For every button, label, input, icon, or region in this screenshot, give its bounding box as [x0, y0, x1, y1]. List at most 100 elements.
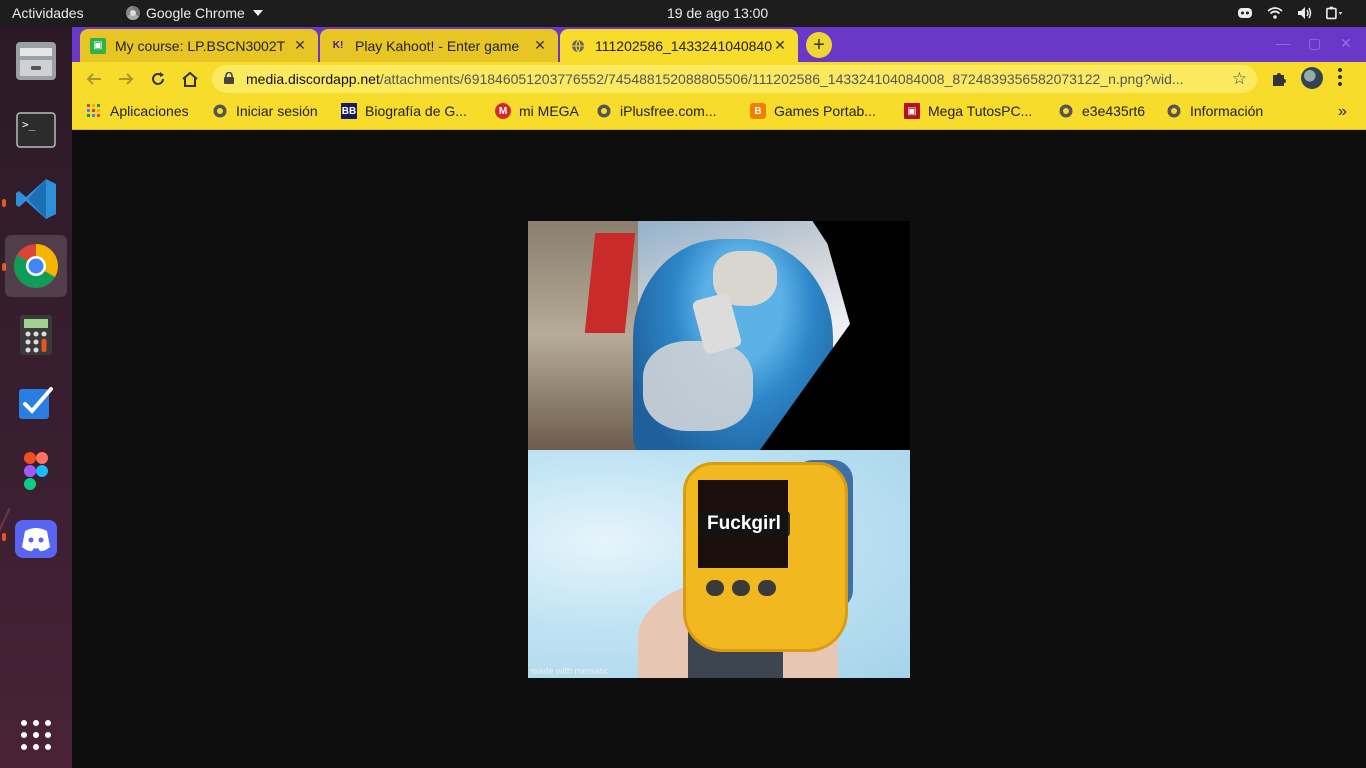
bookmark-biografia[interactable]: BB Biografía de G... — [341, 103, 467, 119]
activities-button[interactable]: Actividades — [12, 5, 84, 21]
reload-icon — [152, 72, 164, 85]
show-applications-button[interactable] — [5, 704, 67, 766]
chrome-app-icon — [126, 6, 140, 20]
tab-discord-image[interactable]: 111202586_1433241040840 ✕ — [560, 29, 798, 62]
forward-button[interactable] — [114, 67, 138, 91]
browser-toolbar: media.discordapp.net/attachments/6918460… — [72, 62, 1366, 96]
blogger-icon: B — [750, 103, 766, 119]
bookmark-informacion[interactable]: Información — [1166, 103, 1263, 119]
power-menu-icon[interactable] — [1326, 4, 1344, 22]
bookmark-star-icon[interactable]: ☆ — [1232, 69, 1247, 89]
close-tab-icon[interactable]: ✕ — [292, 37, 308, 54]
dock-figma[interactable] — [5, 441, 67, 503]
watermark: made with mematic — [531, 666, 609, 676]
home-button[interactable] — [178, 67, 202, 91]
app-menu-label: Google Chrome — [146, 5, 245, 21]
close-tab-icon[interactable]: ✕ — [772, 37, 788, 54]
bookmarks-bar: Aplicaciones Iniciar sesión BB Biografía… — [72, 96, 1366, 130]
bookmark-iniciar-sesion[interactable]: Iniciar sesión — [212, 103, 318, 119]
bookmark-label: Mega TutosPC... — [928, 103, 1033, 119]
arrow-right-icon — [119, 73, 134, 85]
volume-icon[interactable] — [1296, 4, 1314, 22]
bookmark-label: iPlusfree.com... — [620, 103, 717, 119]
bookmark-iplusfree[interactable]: iPlusfree.com... — [596, 103, 716, 119]
globe-icon — [1058, 103, 1074, 119]
tab-title: Play Kahoot! - Enter game — [355, 37, 520, 54]
tab-title: My course: LP.BSCN3002T — [115, 37, 286, 54]
ubuntu-dock: >_ — [0, 27, 72, 768]
kahoot-icon: K! — [332, 40, 344, 51]
mega-icon: M — [495, 103, 511, 119]
chrome-icon — [14, 244, 58, 288]
globe-icon — [212, 103, 228, 119]
meme-top-panel — [528, 221, 910, 450]
page-viewport: Fuckgirl made with mematic — [72, 130, 1366, 768]
url-text: media.discordapp.net/attachments/6918460… — [246, 71, 1184, 87]
system-tray[interactable] — [1236, 4, 1344, 22]
bookmark-label: Iniciar sesión — [236, 103, 318, 119]
maximize-button[interactable]: ▢ — [1308, 35, 1321, 52]
globe-icon — [1166, 103, 1182, 119]
dock-files[interactable] — [5, 30, 67, 92]
tab-my-course[interactable]: ▣ My course: LP.BSCN3002T ✕ — [80, 29, 318, 62]
bookmark-label: Aplicaciones — [110, 103, 189, 119]
globe-icon — [596, 103, 612, 119]
bookmark-label: Información — [1190, 103, 1264, 119]
tasks-checkmark-icon — [19, 387, 53, 419]
bb-icon: BB — [341, 103, 357, 119]
bookmark-aplicaciones[interactable]: Aplicaciones — [86, 103, 189, 119]
address-bar[interactable]: media.discordapp.net/attachments/6918460… — [212, 65, 1257, 93]
calculator-icon — [20, 315, 52, 355]
bookmark-label: mi MEGA — [519, 103, 579, 119]
vscode-icon — [16, 179, 56, 219]
lock-icon — [224, 72, 234, 84]
chrome-window: ▣ My course: LP.BSCN3002T ✕ K! Play Kaho… — [72, 27, 1366, 768]
extensions-button[interactable] — [1270, 70, 1288, 93]
bookmark-e3e435rt6[interactable]: e3e435rt6 — [1058, 103, 1145, 119]
dock-discord[interactable] — [5, 508, 67, 570]
dock-vscode[interactable] — [5, 168, 67, 230]
bookmark-mega-tutospc[interactable]: ▣ Mega TutosPC... — [904, 103, 1032, 119]
dock-terminal[interactable]: >_ — [5, 99, 67, 161]
course-icon: ▣ — [90, 37, 106, 54]
bookmarks-overflow-button[interactable]: » — [1338, 103, 1347, 121]
bookmark-label: Games Portab... — [774, 103, 876, 119]
new-tab-button[interactable]: + — [806, 32, 832, 58]
tutospc-icon: ▣ — [904, 103, 920, 119]
gnome-top-bar: Actividades Google Chrome 19 de ago 13:0… — [0, 0, 1366, 27]
discord-tray-icon[interactable] — [1236, 4, 1254, 22]
close-tab-icon[interactable]: ✕ — [532, 37, 548, 54]
figma-icon — [24, 452, 48, 490]
dock-tasks[interactable] — [5, 373, 67, 435]
app-menu[interactable]: Google Chrome — [126, 5, 263, 21]
files-icon — [16, 42, 56, 80]
profile-avatar[interactable] — [1301, 67, 1323, 89]
tab-kahoot[interactable]: K! Play Kahoot! - Enter game ✕ — [320, 29, 558, 62]
caret-down-icon — [252, 10, 263, 16]
globe-icon — [570, 38, 586, 54]
chrome-menu-button[interactable] — [1338, 68, 1342, 86]
dock-chrome[interactable] — [5, 235, 67, 297]
reload-button[interactable] — [146, 67, 170, 91]
svg-text:>_: >_ — [22, 118, 36, 131]
puzzle-icon — [1273, 73, 1286, 86]
arrow-left-icon — [86, 73, 101, 85]
discord-icon — [15, 520, 57, 558]
meme-image[interactable]: Fuckgirl made with mematic — [528, 221, 910, 678]
wifi-icon[interactable] — [1266, 4, 1284, 22]
dock-calculator[interactable] — [5, 304, 67, 366]
back-button[interactable] — [82, 67, 106, 91]
plus-icon: + — [813, 33, 825, 56]
apps-grid-icon — [86, 103, 102, 119]
bookmark-mi-mega[interactable]: M mi MEGA — [495, 103, 579, 119]
minimize-button[interactable]: — — [1276, 35, 1290, 51]
bookmark-games-portab[interactable]: B Games Portab... — [750, 103, 876, 119]
meme-caption: Fuckgirl — [698, 511, 790, 537]
tab-strip: ▣ My course: LP.BSCN3002T ✕ K! Play Kaho… — [72, 27, 1366, 62]
close-window-button[interactable]: ✕ — [1340, 35, 1352, 52]
bookmark-label: e3e435rt6 — [1082, 103, 1146, 119]
app-grid-icon — [21, 720, 51, 750]
clock[interactable]: 19 de ago 13:00 — [667, 5, 768, 21]
terminal-icon: >_ — [16, 112, 56, 148]
home-icon — [182, 71, 198, 87]
